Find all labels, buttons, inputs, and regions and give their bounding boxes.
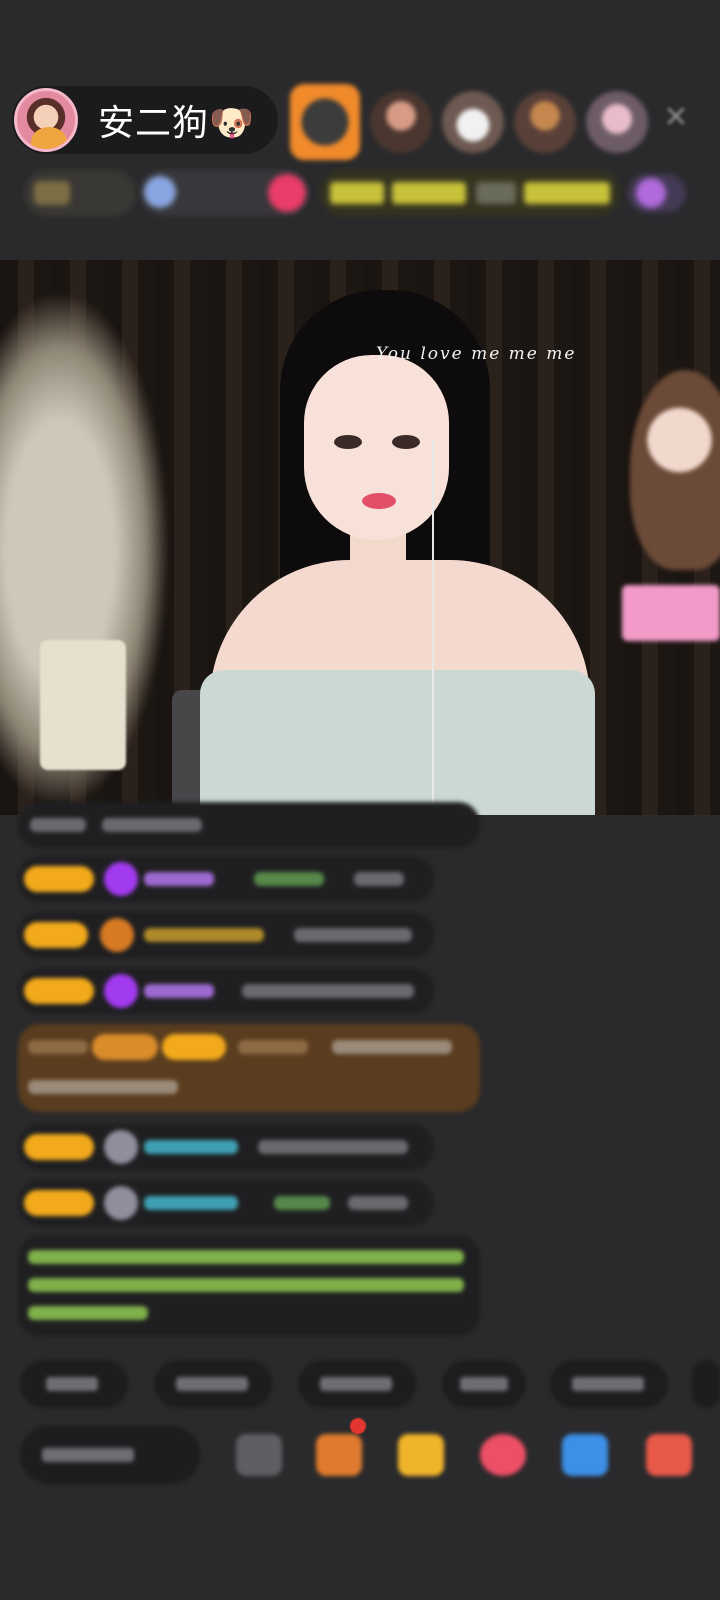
- viewer-avatar[interactable]: [514, 91, 576, 153]
- room-info-row: [24, 170, 696, 216]
- chat-message-system: [18, 1236, 480, 1336]
- quick-reply-chip[interactable]: [154, 1360, 272, 1408]
- chat-message-highlight: [18, 1024, 480, 1112]
- quick-reply-chip[interactable]: [298, 1360, 416, 1408]
- lamp: [40, 640, 126, 770]
- host-avatar[interactable]: [14, 88, 78, 152]
- rank-chip[interactable]: [24, 170, 136, 216]
- quick-reply-chip[interactable]: [550, 1360, 668, 1408]
- viewer-avatar[interactable]: [442, 91, 504, 153]
- gift-box-icon[interactable]: [316, 1434, 362, 1476]
- quick-reply-chip[interactable]: [442, 1360, 526, 1408]
- game-icon[interactable]: [562, 1434, 608, 1476]
- fan-club-icon[interactable]: [398, 1434, 444, 1476]
- neon-sign: [622, 585, 720, 641]
- activity-banner[interactable]: [320, 170, 620, 216]
- chat-input[interactable]: [20, 1426, 200, 1484]
- live-video[interactable]: You love me me me: [0, 260, 720, 815]
- host-info-pill[interactable]: 安二狗🐶: [12, 86, 278, 154]
- host-name[interactable]: 安二狗🐶: [98, 94, 255, 146]
- notification-dot: [350, 1418, 366, 1434]
- chat-message: [18, 802, 480, 848]
- viewer-avatar[interactable]: [370, 91, 432, 153]
- quick-reply-row: [20, 1360, 720, 1408]
- viewer-avatar[interactable]: [586, 91, 648, 153]
- viewer-avatar[interactable]: [290, 84, 360, 160]
- close-icon[interactable]: ✕: [658, 100, 694, 136]
- chat-message: [18, 1180, 434, 1226]
- heart-icon[interactable]: [480, 1434, 526, 1476]
- chat-message: [18, 968, 434, 1014]
- more-icon[interactable]: [646, 1434, 692, 1476]
- streamer: [200, 290, 600, 815]
- chat-message: [18, 1124, 434, 1170]
- quick-reply-chip[interactable]: [20, 1360, 128, 1408]
- plush-toy: [630, 370, 720, 570]
- chat-message: [18, 856, 434, 902]
- video-overlay-text: You love me me me: [376, 344, 577, 364]
- event-icon[interactable]: [628, 174, 686, 212]
- live-indicator-icon[interactable]: [268, 174, 306, 212]
- chat-message: [18, 912, 434, 958]
- emoji-icon[interactable]: [236, 1434, 282, 1476]
- quick-reply-chip[interactable]: [692, 1360, 720, 1408]
- top-viewers-list[interactable]: [290, 84, 648, 160]
